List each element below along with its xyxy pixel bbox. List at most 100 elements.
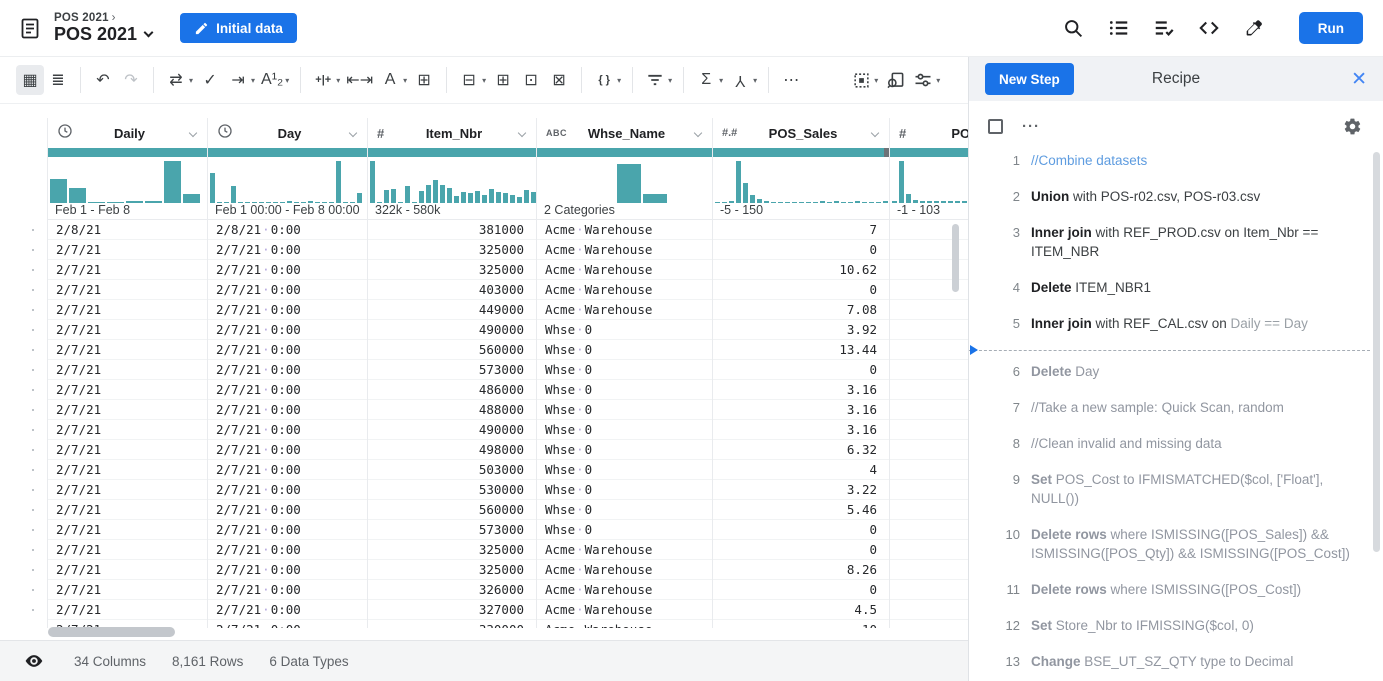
table-cell[interactable]: 2/7/21: [48, 400, 207, 420]
column-histogram[interactable]: [890, 157, 968, 203]
column-menu-chevron-icon[interactable]: [694, 129, 702, 137]
table-cell[interactable]: 503000: [368, 460, 536, 480]
table-cell[interactable]: Whse·0: [537, 500, 712, 520]
gear-icon[interactable]: [1340, 114, 1364, 138]
column-histogram[interactable]: [208, 157, 367, 203]
histogram-bar[interactable]: [384, 190, 389, 203]
run-button[interactable]: Run: [1299, 12, 1363, 44]
table-cell[interactable]: 2/7/21·0:00: [208, 340, 367, 360]
table-cell[interactable]: 573000: [368, 520, 536, 540]
column-menu-chevron-icon[interactable]: [518, 129, 526, 137]
table-cell[interactable]: 0: [713, 540, 889, 560]
table-cell[interactable]: [890, 480, 968, 500]
filter-button[interactable]: ▾: [641, 65, 675, 95]
table-cell[interactable]: 2/7/21: [48, 500, 207, 520]
list-icon[interactable]: [1107, 16, 1131, 40]
table-cell[interactable]: 2/7/21·0:00: [208, 580, 367, 600]
group-rows-button[interactable]: ⊟▾: [455, 65, 489, 95]
export-column-button[interactable]: ⇥▾: [224, 65, 258, 95]
table-cell[interactable]: 7: [713, 220, 889, 240]
more-options-button[interactable]: ⋯: [777, 65, 805, 95]
table-cell[interactable]: 3.16: [713, 420, 889, 440]
histogram-bar[interactable]: [962, 201, 967, 203]
lookup-button[interactable]: [881, 65, 909, 95]
table-cell[interactable]: [890, 600, 968, 620]
histogram-bar[interactable]: [643, 194, 667, 203]
table-cell[interactable]: [890, 500, 968, 520]
histogram-bar[interactable]: [496, 192, 501, 203]
histogram-bar[interactable]: [357, 193, 362, 203]
histogram-bar[interactable]: [336, 161, 341, 203]
table-cell[interactable]: 2/7/21·0:00: [208, 460, 367, 480]
column-histogram[interactable]: [48, 157, 207, 203]
histogram-bar[interactable]: [503, 193, 508, 203]
row-handle[interactable]: [0, 320, 47, 340]
table-cell[interactable]: [890, 300, 968, 320]
row-handle[interactable]: [0, 380, 47, 400]
histogram-bar[interactable]: [883, 201, 888, 203]
histogram-bar[interactable]: [841, 202, 846, 203]
table-cell[interactable]: 10.62: [713, 260, 889, 280]
table-cell[interactable]: 2/7/21: [48, 480, 207, 500]
histogram-bar[interactable]: [391, 189, 396, 203]
histogram-bar[interactable]: [210, 173, 215, 203]
recipe-step-6[interactable]: 6Delete Day: [969, 362, 1383, 381]
code-icon[interactable]: [1197, 16, 1221, 40]
histogram-bar[interactable]: [855, 201, 860, 203]
table-cell[interactable]: [890, 520, 968, 540]
table-cell[interactable]: 2/7/21: [48, 320, 207, 340]
join-button[interactable]: Y▾: [726, 65, 760, 95]
row-handle[interactable]: [0, 500, 47, 520]
column-histogram[interactable]: [537, 157, 712, 203]
sort-order-button[interactable]: A¹₂▾: [258, 65, 292, 95]
table-cell[interactable]: Acme·Warehouse: [537, 280, 712, 300]
table-cell[interactable]: Whse·0: [537, 440, 712, 460]
table-cell[interactable]: 2/7/21: [48, 460, 207, 480]
table-cell[interactable]: 0: [713, 240, 889, 260]
table-cell[interactable]: 327000: [368, 600, 536, 620]
table-cell[interactable]: 560000: [368, 340, 536, 360]
table-cell[interactable]: 325000: [368, 240, 536, 260]
table-cell[interactable]: Whse·0: [537, 400, 712, 420]
histogram-bar[interactable]: [517, 197, 522, 203]
recipe-step-3[interactable]: 3Inner join with REF_PROD.csv on Item_Nb…: [969, 223, 1383, 261]
table-cell[interactable]: 2/7/21: [48, 520, 207, 540]
histogram-bar[interactable]: [231, 186, 236, 203]
column-menu-chevron-icon[interactable]: [349, 129, 357, 137]
step-insert-marker[interactable]: [969, 350, 1370, 351]
table-cell[interactable]: Acme·Warehouse: [537, 260, 712, 280]
table-cell[interactable]: 2/7/21·0:00: [208, 500, 367, 520]
functions-button[interactable]: { }▾: [590, 65, 624, 95]
table-cell[interactable]: Whse·0: [537, 320, 712, 340]
table-cell[interactable]: 2/7/21·0:00: [208, 520, 367, 540]
histogram-bar[interactable]: [617, 164, 641, 203]
histogram-bar[interactable]: [955, 201, 960, 203]
table-cell[interactable]: 2/7/21·0:00: [208, 440, 367, 460]
row-handle[interactable]: [0, 460, 47, 480]
table-cell[interactable]: [890, 400, 968, 420]
row-handle[interactable]: [0, 280, 47, 300]
table-cell[interactable]: 2/7/21: [48, 540, 207, 560]
column-header-daily[interactable]: Daily: [48, 118, 207, 148]
aggregate-button[interactable]: Σ▾: [692, 65, 726, 95]
histogram-bar[interactable]: [454, 196, 459, 203]
table-cell[interactable]: Acme·Warehouse: [537, 580, 712, 600]
recipe-step-4[interactable]: 4Delete ITEM_NBR1: [969, 278, 1383, 297]
search-icon[interactable]: [1062, 16, 1086, 40]
table-cell[interactable]: Whse·0: [537, 340, 712, 360]
row-handle[interactable]: [0, 520, 47, 540]
eyedropper-icon[interactable]: [1242, 16, 1266, 40]
table-cell[interactable]: 2/7/21·0:00: [208, 260, 367, 280]
recipe-step-2[interactable]: 2Union with POS-r02.csv, POS-r03.csv: [969, 187, 1383, 206]
row-view-button[interactable]: ≣: [44, 65, 72, 95]
histogram-bar[interactable]: [876, 202, 881, 203]
table-cell[interactable]: [890, 580, 968, 600]
select-all-checkbox[interactable]: [988, 119, 1003, 134]
table-cell[interactable]: [890, 440, 968, 460]
histogram-bar[interactable]: [183, 194, 200, 203]
histogram-bar[interactable]: [145, 201, 162, 203]
histogram-bar[interactable]: [461, 192, 466, 203]
row-handle[interactable]: [0, 620, 47, 628]
table-cell[interactable]: Whse·0: [537, 460, 712, 480]
table-cell[interactable]: 403000: [368, 280, 536, 300]
